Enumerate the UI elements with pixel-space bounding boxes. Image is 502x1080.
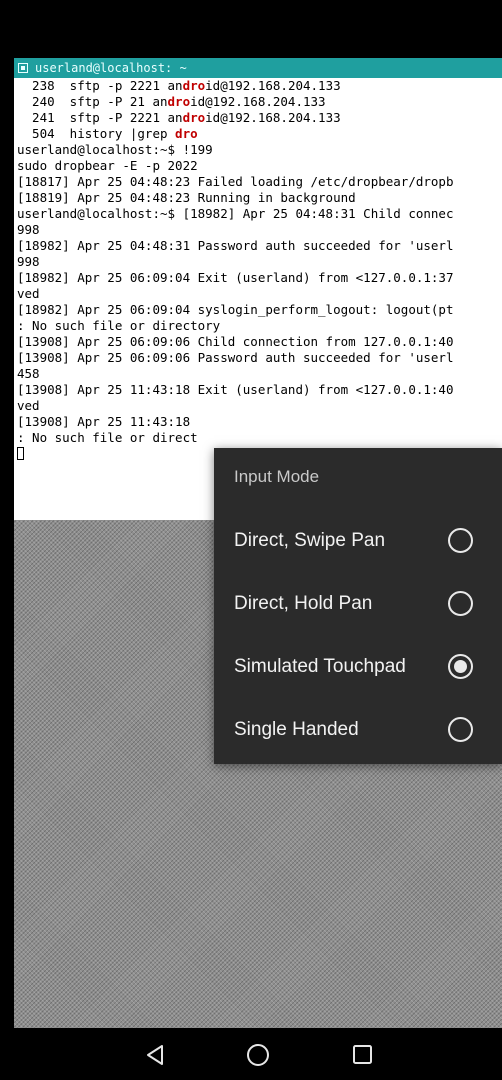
grep-match: dro bbox=[182, 78, 206, 93]
menu-title: Input Mode bbox=[234, 467, 320, 486]
option-label: Single Handed bbox=[234, 719, 359, 740]
terminal-text: userland@localhost:~$ !199 bbox=[17, 142, 213, 157]
terminal-text: : No such file or directory bbox=[17, 318, 221, 333]
terminal-line: 241 sftp -P 2221 android@192.168.204.133 bbox=[17, 110, 502, 126]
option-label: Simulated Touchpad bbox=[234, 656, 406, 677]
terminal-line: : No such file or direct bbox=[17, 430, 502, 446]
radio-button[interactable] bbox=[448, 591, 473, 616]
terminal-line: 504 history |grep dro bbox=[17, 126, 502, 142]
terminal-line: [18817] Apr 25 04:48:23 Failed loading /… bbox=[17, 174, 502, 190]
terminal-line: ved bbox=[17, 286, 502, 302]
navigation-bar bbox=[0, 1028, 502, 1080]
radio-button[interactable] bbox=[448, 528, 473, 553]
back-triangle-icon[interactable] bbox=[140, 1040, 170, 1070]
terminal-text: [18982] Apr 25 04:48:31 Password auth su… bbox=[17, 238, 454, 253]
terminal-line: 998 bbox=[17, 254, 502, 270]
terminal-text: 998 bbox=[17, 222, 40, 237]
radio-button[interactable] bbox=[448, 717, 473, 742]
terminal-text: [13908] Apr 25 11:43:18 bbox=[17, 414, 198, 429]
terminal-line: userland@localhost:~$ [18982] Apr 25 04:… bbox=[17, 206, 502, 222]
terminal-line: [13908] Apr 25 06:09:06 Child connection… bbox=[17, 334, 502, 350]
option-direct-hold-pan[interactable]: Direct, Hold Pan bbox=[214, 573, 502, 636]
terminal-text: ved bbox=[17, 286, 40, 301]
terminal-text: 240 sftp -P 21 an bbox=[17, 94, 168, 109]
grep-match: dro bbox=[167, 94, 191, 109]
window-menu-icon[interactable] bbox=[18, 63, 28, 73]
terminal-text: 458 bbox=[17, 366, 40, 381]
screen-edge bbox=[0, 58, 14, 1028]
terminal-text: sudo dropbear -E -p 2022 bbox=[17, 158, 198, 173]
home-circle-icon[interactable] bbox=[243, 1040, 273, 1070]
grep-match: dro bbox=[182, 110, 206, 125]
terminal-text: 241 sftp -P 2221 an bbox=[17, 110, 183, 125]
terminal-text: [13908] Apr 25 06:09:06 Password auth su… bbox=[17, 350, 454, 365]
terminal-line: : No such file or directory bbox=[17, 318, 502, 334]
terminal-text: ved bbox=[17, 398, 40, 413]
terminal-line: 240 sftp -P 21 android@192.168.204.133 bbox=[17, 94, 502, 110]
terminal-text: [18982] Apr 25 06:09:04 Exit (userland) … bbox=[17, 270, 454, 285]
grep-match: dro bbox=[175, 126, 198, 141]
terminal-line: 998 bbox=[17, 222, 502, 238]
terminal-line: [18982] Apr 25 06:09:04 syslogin_perform… bbox=[17, 302, 502, 318]
terminal-line: [13908] Apr 25 11:43:18 Exit (userland) … bbox=[17, 382, 502, 398]
terminal-text: [13908] Apr 25 06:09:06 Child connection… bbox=[17, 334, 454, 349]
terminal-line: 238 sftp -p 2221 android@192.168.204.133 bbox=[17, 78, 502, 94]
option-direct-swipe-pan[interactable]: Direct, Swipe Pan bbox=[214, 510, 502, 573]
terminal-text: userland@localhost:~$ [18982] Apr 25 04:… bbox=[17, 206, 454, 221]
terminal-line: 458 bbox=[17, 366, 502, 382]
terminal-line: sudo dropbear -E -p 2022 bbox=[17, 158, 502, 174]
terminal-line: ved bbox=[17, 398, 502, 414]
terminal-line: [13908] Apr 25 11:43:18 bbox=[17, 414, 502, 430]
input-mode-menu: Input Mode Direct, Swipe Pan Direct, Hol… bbox=[214, 448, 502, 764]
terminal-title-bar[interactable]: userland@localhost: ~ bbox=[14, 58, 502, 78]
recents-square-icon[interactable] bbox=[348, 1040, 378, 1070]
terminal-text: [18982] Apr 25 06:09:04 syslogin_perform… bbox=[17, 302, 454, 317]
option-single-handed[interactable]: Single Handed bbox=[214, 699, 502, 762]
terminal-text: id@192.168.204.133 bbox=[190, 94, 326, 109]
terminal-line: [13908] Apr 25 06:09:06 Password auth su… bbox=[17, 350, 502, 366]
text-cursor bbox=[17, 447, 24, 460]
option-label: Direct, Hold Pan bbox=[234, 593, 373, 614]
status-bar bbox=[0, 0, 502, 58]
option-simulated-touchpad[interactable]: Simulated Touchpad bbox=[214, 636, 502, 699]
terminal-text: 998 bbox=[17, 254, 40, 269]
terminal-text: [13908] Apr 25 11:43:18 Exit (userland) … bbox=[17, 382, 454, 397]
terminal-text: [18819] Apr 25 04:48:23 Running in backg… bbox=[17, 190, 356, 205]
terminal-title: userland@localhost: ~ bbox=[35, 61, 187, 75]
terminal-line: [18819] Apr 25 04:48:23 Running in backg… bbox=[17, 190, 502, 206]
terminal-text: id@192.168.204.133 bbox=[205, 110, 341, 125]
terminal-text: id@192.168.204.133 bbox=[205, 78, 341, 93]
option-label: Direct, Swipe Pan bbox=[234, 530, 386, 551]
terminal-text: : No such file or direct bbox=[17, 430, 198, 445]
terminal-text: 238 sftp -p 2221 an bbox=[17, 78, 183, 93]
radio-button[interactable] bbox=[448, 654, 473, 679]
terminal-line: userland@localhost:~$ !199 bbox=[17, 142, 502, 158]
terminal-text: 504 history |grep bbox=[17, 126, 176, 141]
terminal-line: [18982] Apr 25 06:09:04 Exit (userland) … bbox=[17, 270, 502, 286]
terminal-line: [18982] Apr 25 04:48:31 Password auth su… bbox=[17, 238, 502, 254]
terminal-text: [18817] Apr 25 04:48:23 Failed loading /… bbox=[17, 174, 454, 189]
